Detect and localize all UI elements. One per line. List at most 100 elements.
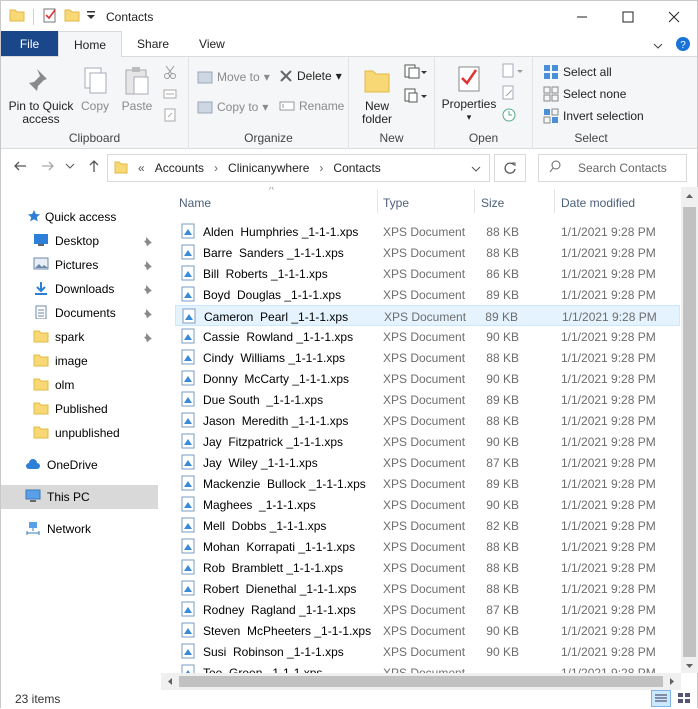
column-type[interactable]: Type (383, 196, 409, 210)
nav-pictures[interactable]: Pictures (1, 253, 158, 277)
nav-this-pc[interactable]: This PC (1, 485, 158, 509)
tab-view[interactable]: View (184, 31, 240, 56)
file-row[interactable]: Barre Sanders _1-1-1.xps XPS Document 88 K… (175, 242, 680, 263)
open-icon[interactable] (501, 63, 525, 82)
file-row[interactable]: Jay Wiley _1-1-1.xps XPS Document 87 KB 1/1… (175, 452, 680, 473)
recent-locations-button[interactable] (65, 159, 75, 176)
tab-home[interactable]: Home (58, 31, 123, 57)
breadcrumb-clinicanywhere[interactable]: Clinicanywhere (228, 161, 309, 175)
breadcrumb-contacts[interactable]: Contacts (333, 161, 380, 175)
nav-spark[interactable]: spark (1, 325, 158, 349)
up-button[interactable] (87, 159, 101, 176)
rename-button[interactable]: Rename (279, 99, 344, 113)
file-row[interactable]: Jason Meredith _1-1-1.xps XPS Document 88 … (175, 410, 680, 431)
file-row[interactable]: Boyd Douglas _1-1-1.xps XPS Document 89 KB… (175, 284, 680, 305)
help-icon[interactable]: ? (675, 36, 691, 55)
file-row[interactable]: Rob Bramblett _1-1-1.xps XPS Document 88 K… (175, 557, 680, 578)
address-overflow[interactable]: « (138, 161, 145, 175)
select-all-icon (544, 65, 558, 79)
new-folder-button[interactable]: New folder (357, 65, 397, 126)
back-button[interactable] (13, 159, 27, 176)
file-row[interactable]: Bill Roberts _1-1-1.xps XPS Document 86 KB… (175, 263, 680, 284)
file-row[interactable]: Cameron Pearl _1-1-1.xps XPS Document 89 K… (175, 305, 680, 326)
file-row[interactable]: Donny McCarty _1-1-1.xps XPS Document 90 K… (175, 368, 680, 389)
properties-button[interactable]: Properties ▾ (439, 63, 499, 124)
address-dropdown-icon[interactable] (471, 163, 481, 177)
nav-onedrive[interactable]: OneDrive (1, 453, 158, 477)
nav-quick-access[interactable]: Quick access (1, 205, 158, 229)
tab-file[interactable]: File (1, 31, 58, 56)
chevron-down-icon[interactable] (653, 39, 663, 53)
copy-path-icon[interactable] (163, 87, 177, 104)
nav-olm[interactable]: olm (1, 373, 158, 397)
paste-shortcut-icon[interactable] (163, 108, 177, 125)
folder-icon (33, 401, 49, 418)
file-row[interactable]: Mell Dobbs _1-1-1.xps XPS Document 82 KB 1/… (175, 515, 680, 536)
file-row[interactable]: Steven McPheeters _1-1-1.xps XPS Document… (175, 620, 680, 641)
select-none-button[interactable]: Select none (543, 86, 626, 102)
pin-quick-access-button[interactable]: Pin to Quick access (5, 65, 77, 126)
file-row[interactable]: Mohan Korrapati _1-1-1.xps XPS Document 88… (175, 536, 680, 557)
details-view-button[interactable] (651, 690, 671, 707)
properties-icon (458, 66, 480, 92)
tab-share[interactable]: Share (122, 31, 184, 56)
file-date: 1/1/2021 9:28 PM (561, 393, 656, 407)
organize-label: Organize (244, 131, 293, 145)
column-name[interactable]: Name (179, 196, 211, 210)
file-date: 1/1/2021 9:28 PM (561, 498, 656, 512)
column-size[interactable]: Size (481, 196, 504, 210)
file-size: 82 KB (486, 519, 519, 533)
file-row[interactable]: Due South _1-1-1.xps XPS Document 89 KB 1/1… (175, 389, 680, 410)
nav-downloads[interactable]: Downloads (1, 277, 158, 301)
new-item-icon[interactable] (403, 63, 427, 84)
file-name: Cindy Williams _1-1-1.xps (203, 351, 346, 365)
copy-to-button[interactable]: Copy to ▾ (197, 99, 268, 115)
nav-desktop[interactable]: Desktop (1, 229, 158, 253)
pin-icon (143, 307, 153, 321)
file-row[interactable]: Cindy Williams _1-1-1.xps XPS Document 88 … (175, 347, 680, 368)
history-icon[interactable] (501, 107, 517, 126)
minimize-button[interactable] (559, 1, 605, 32)
easy-access-icon[interactable] (403, 87, 427, 108)
search-box[interactable]: Search Contacts (538, 154, 687, 182)
nav-image[interactable]: image (1, 349, 158, 373)
xps-document-icon (181, 223, 195, 242)
file-row[interactable]: Robert Dienethal _1-1-1.xps XPS Document 8… (175, 578, 680, 599)
customize-qat-icon[interactable] (86, 9, 96, 24)
nav-unpublished[interactable]: unpublished (1, 421, 158, 445)
edit-icon[interactable] (501, 85, 517, 104)
vertical-scrollbar[interactable] (681, 187, 698, 673)
copy-button[interactable]: Copy (77, 65, 113, 113)
new-folder-quick-icon[interactable] (64, 7, 80, 26)
invert-selection-button[interactable]: Invert selection (543, 108, 644, 124)
large-icons-view-button[interactable] (675, 690, 695, 707)
file-row[interactable]: Cassie Rowland _1-1-1.xps XPS Document 90 … (175, 326, 680, 347)
breadcrumb-accounts[interactable]: Accounts (155, 161, 204, 175)
horizontal-scrollbar[interactable] (161, 673, 681, 690)
file-row[interactable]: Tee Green _1-1-1.xps XPS Document 1/1/2021… (175, 662, 680, 673)
close-button[interactable] (651, 1, 697, 32)
nav-published[interactable]: Published (1, 397, 158, 421)
file-row[interactable]: Rodney Ragland _1-1-1.xps XPS Document 87 … (175, 599, 680, 620)
select-all-button[interactable]: Select all (543, 64, 612, 80)
file-row[interactable]: Mackenzie Bullock _1-1-1.xps XPS Document… (175, 473, 680, 494)
folder-icon (33, 425, 49, 442)
cut-icon[interactable] (163, 65, 177, 82)
file-row[interactable]: Alden Humphries _1-1-1.xps XPS Document 88… (175, 221, 680, 242)
paste-button[interactable]: Paste (117, 65, 157, 113)
xps-document-icon (181, 622, 195, 641)
column-date-modified[interactable]: Date modified (561, 196, 635, 210)
file-row[interactable]: Jay Fitzpatrick _1-1-1.xps XPS Document 90… (175, 431, 680, 452)
refresh-button[interactable] (494, 154, 526, 182)
properties-quick-icon[interactable] (42, 7, 58, 26)
file-date: 1/1/2021 9:28 PM (562, 310, 657, 324)
forward-button[interactable] (41, 159, 55, 176)
file-row[interactable]: Maghees _1-1-1.xps XPS Document 90 KB 1/1/2… (175, 494, 680, 515)
move-to-button[interactable]: Move to ▾ (197, 69, 270, 85)
address-bar[interactable]: « Accounts › Clinicanywhere › Contacts (107, 154, 490, 182)
file-row[interactable]: Susi Robinson _1-1-1.xps XPS Document 90 K… (175, 641, 680, 662)
delete-button[interactable]: Delete ▾ (279, 69, 342, 83)
maximize-button[interactable] (605, 1, 651, 32)
nav-documents[interactable]: Documents (1, 301, 158, 325)
nav-network[interactable]: Network (1, 517, 158, 541)
